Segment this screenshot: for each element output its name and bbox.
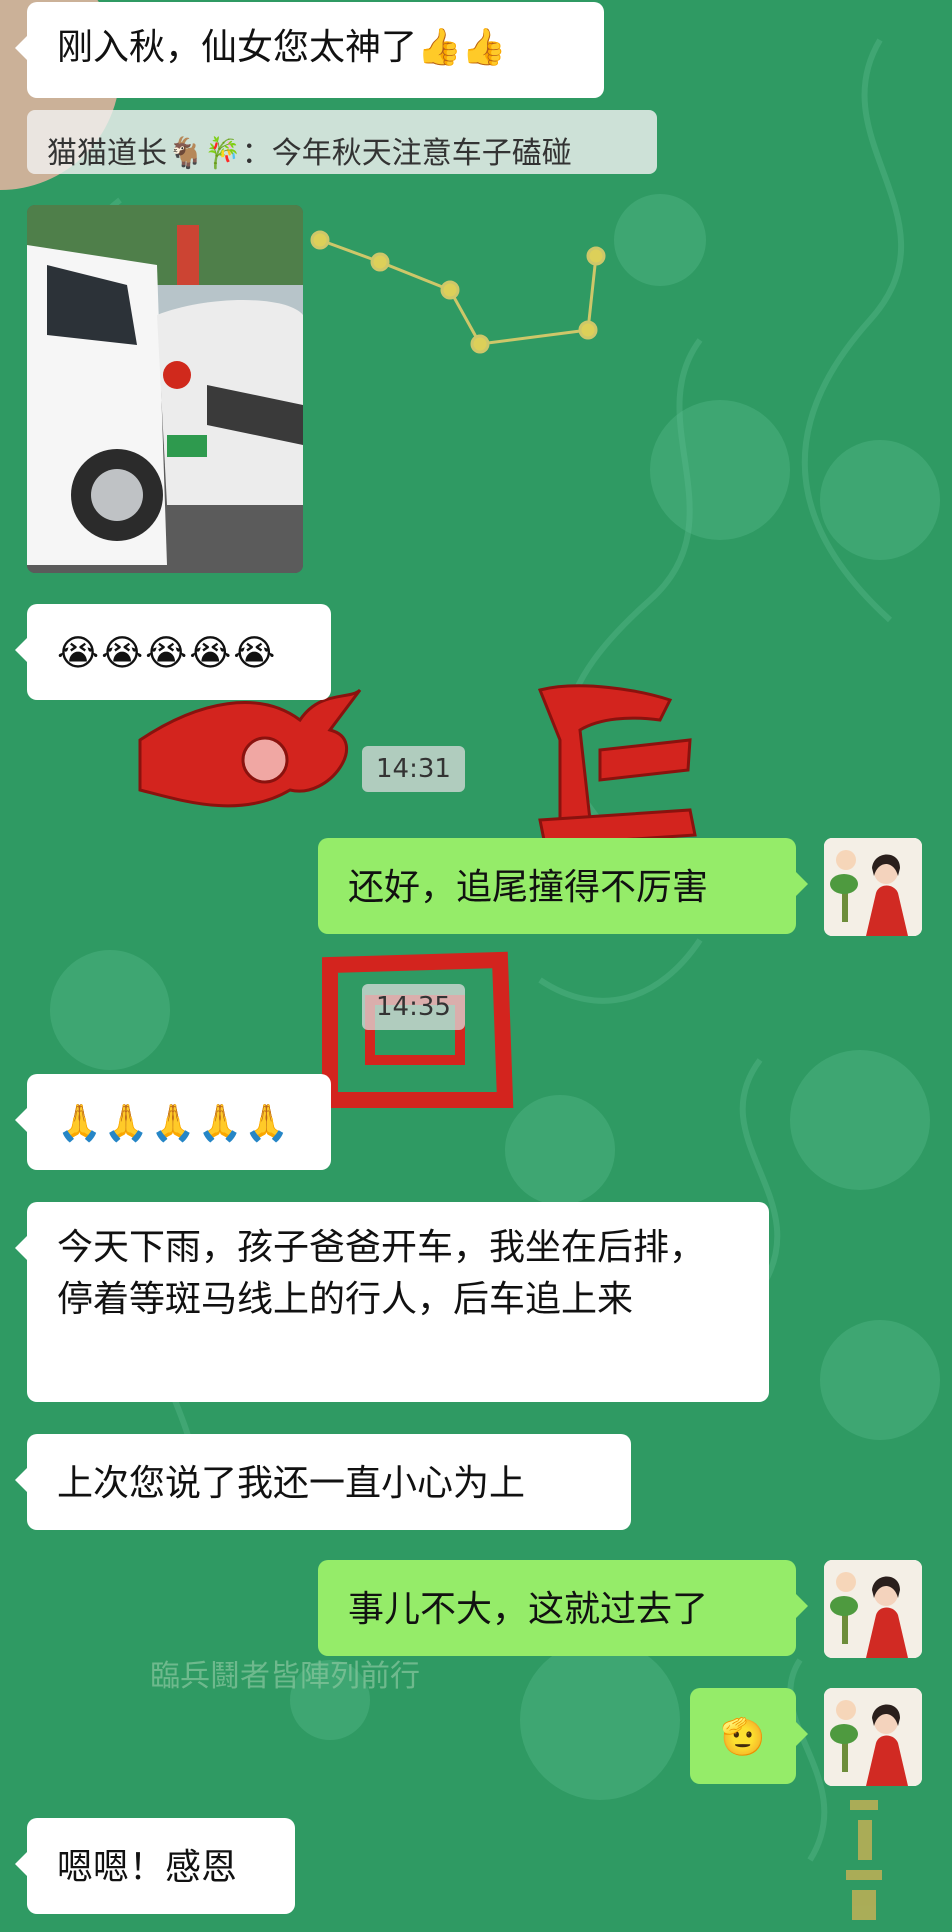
message-text: 🫡 [720, 1717, 766, 1758]
message-text: 今天下雨，孩子爸爸开车，我坐在后排，停着等斑马线上的行人，后车追上来 [57, 1227, 706, 1321]
car-accident-photo [27, 205, 303, 573]
message-text: 刚入秋，仙女您太神了👍👍 [57, 27, 507, 68]
quoted-message-text: 猫猫道长🐐🎋：今年秋天注意车子磕碰 [47, 136, 572, 171]
incoming-message[interactable]: 上次您说了我还一直小心为上 [15, 1434, 631, 1530]
avatar[interactable] [824, 838, 922, 936]
avatar-image [824, 1560, 922, 1658]
incoming-message[interactable]: 今天下雨，孩子爸爸开车，我坐在后排，停着等斑马线上的行人，后车追上来 [15, 1202, 769, 1402]
timestamp-text: 14:31 [376, 754, 451, 784]
timestamp-text: 14:35 [376, 992, 451, 1022]
avatar-image [824, 1688, 922, 1786]
incoming-message[interactable]: 🙏🙏🙏🙏🙏 [15, 1074, 331, 1170]
quoted-message[interactable]: 猫猫道长🐐🎋：今年秋天注意车子磕碰 [27, 110, 657, 174]
outgoing-message[interactable]: 还好，追尾撞得不厉害 [318, 838, 808, 934]
message-text: 事儿不大，这就过去了 [348, 1589, 709, 1630]
message-text: 😭😭😭😭😭 [57, 633, 278, 674]
incoming-message[interactable]: 刚入秋，仙女您太神了👍👍 [15, 2, 604, 98]
message-text: 上次您说了我还一直小心为上 [57, 1463, 526, 1504]
incoming-message[interactable]: 嗯嗯！感恩 [15, 1818, 295, 1914]
timestamp: 14:35 [362, 984, 465, 1030]
avatar-image [824, 838, 922, 936]
outgoing-message[interactable]: 事儿不大，这就过去了 [318, 1560, 808, 1656]
message-text: 🙏🙏🙏🙏🙏 [57, 1103, 292, 1144]
avatar[interactable] [824, 1688, 922, 1786]
message-text: 还好，追尾撞得不厉害 [348, 867, 709, 908]
incoming-message[interactable]: 😭😭😭😭😭 [15, 604, 331, 700]
calligraphy-caption: 臨兵鬪者皆陣列前行 [150, 1659, 420, 1694]
avatar[interactable] [824, 1560, 922, 1658]
outgoing-message[interactable]: 🫡 [690, 1688, 808, 1784]
image-message[interactable] [27, 205, 303, 573]
timestamp: 14:31 [362, 746, 465, 792]
message-text: 嗯嗯！感恩 [57, 1847, 238, 1888]
